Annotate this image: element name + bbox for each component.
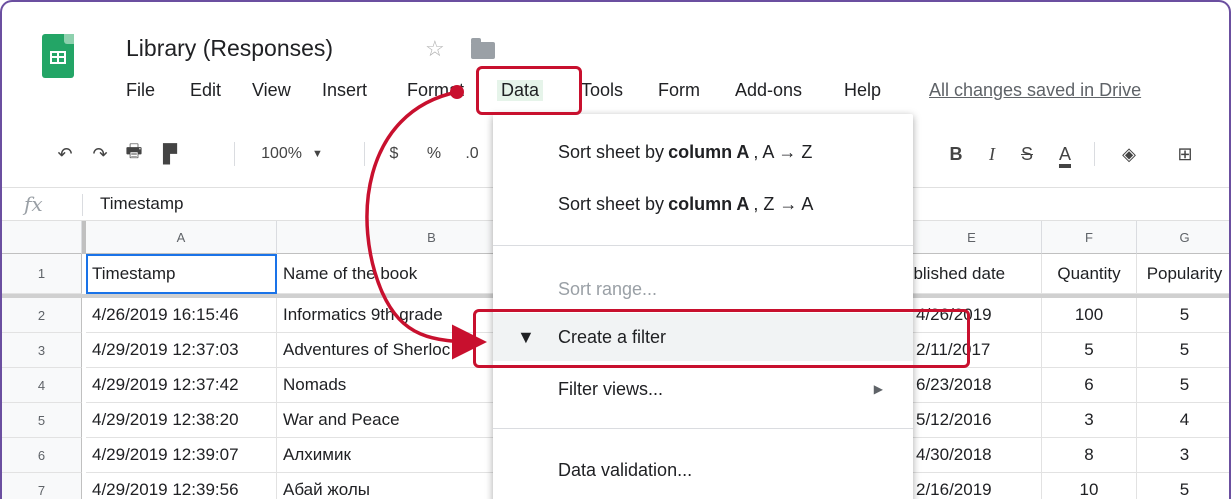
annotation-arrow	[365, 85, 487, 360]
window-frame: Library (Responses) ☆ File Edit View Ins…	[0, 0, 1231, 499]
